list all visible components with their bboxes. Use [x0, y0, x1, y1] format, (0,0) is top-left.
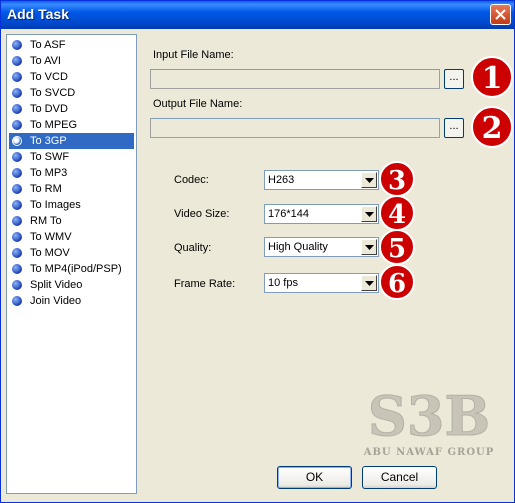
output-browse-button[interactable]: ...	[444, 118, 464, 138]
list-item[interactable]: To ASF	[9, 37, 134, 53]
input-browse-button[interactable]: ...	[444, 69, 464, 89]
svg-text:ABU NAWAF GROUP: ABU NAWAF GROUP	[363, 447, 495, 458]
codec-label: Codec:	[174, 174, 209, 186]
list-item-label: To AVI	[30, 55, 61, 67]
list-item[interactable]: To MP3	[9, 165, 134, 181]
radio-bullet-icon	[12, 152, 22, 162]
conversion-type-list[interactable]: To ASF To AVI To VCD To SVCD To DVD To MPEG To…	[6, 34, 137, 494]
radio-bullet-icon	[12, 200, 22, 210]
dropdown-arrow-icon[interactable]	[361, 239, 377, 255]
list-item-label: To SWF	[30, 151, 70, 163]
quality-label: Quality:	[174, 242, 212, 254]
input-file-field[interactable]	[150, 69, 440, 89]
add-task-dialog: Add Task To ASF To AVI To VCD To SVCD To DVD…	[0, 0, 515, 503]
list-item[interactable]: To DVD	[9, 101, 134, 117]
frame-rate-select[interactable]: 10 fps	[264, 273, 379, 293]
radio-bullet-icon	[12, 56, 22, 66]
list-item-label: To RM	[30, 183, 62, 195]
list-item[interactable]: Join Video	[9, 293, 134, 309]
marker-2-badge: 2	[471, 106, 513, 148]
radio-bullet-icon	[12, 88, 22, 98]
dropdown-arrow-icon[interactable]	[361, 172, 377, 188]
list-item-label: To ASF	[30, 39, 66, 51]
output-file-field[interactable]	[150, 118, 440, 138]
frame-rate-value: 10 fps	[268, 277, 298, 289]
ok-button[interactable]: OK	[277, 466, 352, 489]
list-item-label: To MP4(iPod/PSP)	[30, 263, 122, 275]
list-item-label: Split Video	[30, 279, 83, 291]
list-item[interactable]: To SVCD	[9, 85, 134, 101]
svg-text:4: 4	[388, 200, 406, 230]
svg-text:2: 2	[482, 111, 503, 146]
marker-5-badge: 5	[379, 229, 415, 265]
svg-text:S3B: S3B	[368, 385, 490, 448]
svg-text:1: 1	[482, 61, 503, 96]
svg-text:3: 3	[388, 166, 406, 196]
video-size-label: Video Size:	[174, 208, 230, 220]
radio-bullet-icon	[12, 280, 22, 290]
list-item[interactable]: To MOV	[9, 245, 134, 261]
radio-bullet-icon	[12, 232, 22, 242]
list-item[interactable]: To SWF	[9, 149, 134, 165]
close-button[interactable]	[490, 4, 511, 25]
list-item[interactable]: To 3GP	[9, 133, 134, 149]
list-item[interactable]: To WMV	[9, 229, 134, 245]
radio-bullet-icon	[12, 40, 22, 50]
dropdown-arrow-icon[interactable]	[361, 275, 377, 291]
marker-4-badge: 4	[379, 195, 415, 231]
radio-bullet-icon	[12, 248, 22, 258]
codec-value: H263	[268, 174, 295, 186]
list-item[interactable]: RM To	[9, 213, 134, 229]
list-item-label: To 3GP	[30, 135, 67, 147]
list-item-label: To WMV	[30, 231, 72, 243]
watermark-logo: S3B ABU NAWAF GROUP	[363, 385, 495, 458]
output-file-label: Output File Name:	[153, 98, 243, 110]
dropdown-arrow-icon[interactable]	[361, 206, 377, 222]
list-item[interactable]: To Images	[9, 197, 134, 213]
close-icon	[495, 9, 506, 20]
video-size-select[interactable]: 176*144	[264, 204, 379, 224]
marker-6-badge: 6	[379, 264, 415, 300]
radio-bullet-icon	[12, 120, 22, 130]
radio-bullet-icon	[12, 216, 22, 226]
radio-bullet-icon	[12, 184, 22, 194]
radio-bullet-icon	[12, 296, 22, 306]
list-item-label: RM To	[30, 215, 62, 227]
title-bar[interactable]: Add Task	[1, 1, 514, 29]
window-title: Add Task	[7, 6, 69, 22]
video-size-value: 176*144	[268, 208, 309, 220]
list-item-label: To MOV	[30, 247, 70, 259]
radio-bullet-icon	[12, 104, 22, 114]
input-file-label: Input File Name:	[153, 49, 234, 61]
list-item-label: To MP3	[30, 167, 68, 179]
list-item[interactable]: Split Video	[9, 277, 134, 293]
radio-bullet-icon	[12, 264, 22, 274]
list-item[interactable]: To MP4(iPod/PSP)	[9, 261, 134, 277]
list-item-label: Join Video	[30, 295, 82, 307]
list-item[interactable]: To MPEG	[9, 117, 134, 133]
codec-select[interactable]: H263	[264, 170, 379, 190]
list-item[interactable]: To AVI	[9, 53, 134, 69]
list-item[interactable]: To RM	[9, 181, 134, 197]
svg-text:5: 5	[388, 234, 406, 264]
radio-bullet-icon	[12, 136, 22, 146]
marker-1-badge: 1	[471, 56, 513, 98]
list-item-label: To Images	[30, 199, 81, 211]
quality-value: High Quality	[268, 241, 328, 253]
cancel-button[interactable]: Cancel	[362, 466, 437, 489]
list-item-label: To SVCD	[30, 87, 76, 99]
list-item-label: To VCD	[30, 71, 68, 83]
frame-rate-label: Frame Rate:	[174, 278, 236, 290]
list-item[interactable]: To VCD	[9, 69, 134, 85]
marker-3-badge: 3	[379, 161, 415, 197]
radio-bullet-icon	[12, 168, 22, 178]
quality-select[interactable]: High Quality	[264, 237, 379, 257]
list-item-label: To DVD	[30, 103, 68, 115]
radio-bullet-icon	[12, 72, 22, 82]
svg-text:6: 6	[388, 269, 406, 299]
list-item-label: To MPEG	[30, 119, 78, 131]
